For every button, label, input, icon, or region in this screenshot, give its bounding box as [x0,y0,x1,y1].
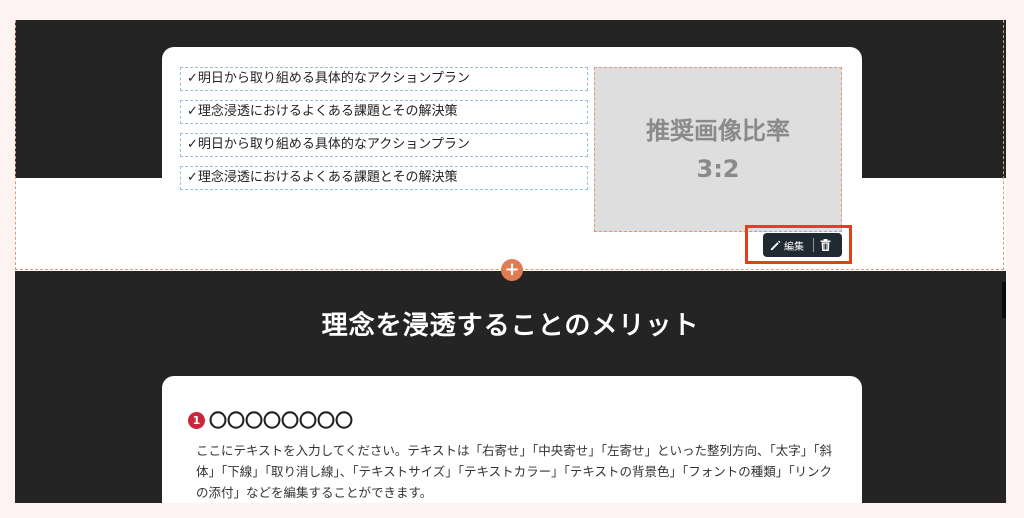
point-heading-text: 〇〇〇〇〇〇〇〇 [209,411,353,432]
edit-button[interactable]: 編集 [763,233,807,257]
pencil-icon [770,240,781,250]
check-icon: ✓ [187,137,198,152]
checklist: ✓明日から取り組める具体的なアクションプラン ✓理念浸透におけるよくある課題とそ… [180,67,588,199]
point-body-text[interactable]: ここにテキストを入力してください。テキストは「右寄せ」「中央寄せ」「左寄せ」とい… [196,440,836,503]
check-icon: ✓ [187,170,198,185]
list-item-text: 明日から取り組める具体的なアクションプラン [197,137,470,152]
list-item[interactable]: ✓理念浸透におけるよくある課題とその解決策 [180,166,588,190]
section-title[interactable]: 理念を浸透することのメリット [15,305,1006,342]
image-ratio-value: 3:2 [696,154,740,183]
trash-icon [820,239,831,251]
add-block-button[interactable]: + [501,259,523,281]
list-item-text: 理念浸透におけるよくある課題とその解決策 [197,104,458,119]
edit-button-label: 編集 [784,241,804,253]
delete-button[interactable] [820,233,831,257]
list-item[interactable]: ✓明日から取り組める具体的なアクションプラン [180,133,588,157]
point-number-badge: 1 [188,411,205,429]
check-icon: ✓ [187,104,198,119]
block-toolbar: 編集 [763,233,842,257]
image-ratio-label: 推奨画像比率 [646,116,790,145]
point-heading[interactable]: 1 〇〇〇〇〇〇〇〇 [188,407,353,433]
check-icon: ✓ [187,71,198,86]
toolbar-divider [813,238,814,252]
editor-canvas: ✓明日から取り組める具体的なアクションプラン ✓理念浸透におけるよくある課題とそ… [15,20,1006,503]
list-item-text: 明日から取り組める具体的なアクションプラン [197,71,470,86]
list-item[interactable]: ✓明日から取り組める具体的なアクションプラン [180,67,588,91]
list-item[interactable]: ✓理念浸透におけるよくある課題とその解決策 [180,100,588,124]
image-placeholder[interactable]: 推奨画像比率 3:2 [594,67,842,232]
list-item-text: 理念浸透におけるよくある課題とその解決策 [197,170,458,185]
